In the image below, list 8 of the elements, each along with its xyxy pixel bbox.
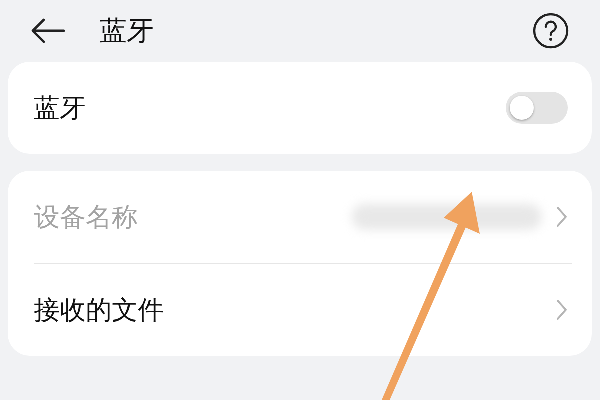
back-icon[interactable] [30, 18, 66, 44]
toggle-switch[interactable] [506, 92, 568, 124]
chevron-icon [556, 206, 568, 228]
page-title: 蓝牙 [100, 15, 155, 49]
list-item[interactable]: 接收的文件 [34, 292, 556, 328]
setting-label: 蓝牙 [34, 92, 87, 126]
chevron-icon [556, 299, 568, 321]
help-icon[interactable] [532, 12, 570, 50]
